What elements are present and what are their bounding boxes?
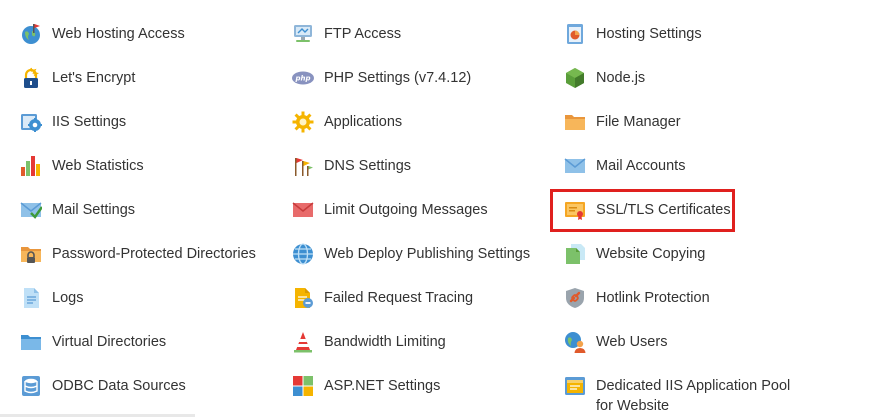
tool-bandwidth-limiting[interactable]: Bandwidth Limiting	[272, 321, 544, 365]
tools-panel: Web Hosting Access FTP Access Hosting Se…	[0, 0, 818, 417]
tool-label: Hotlink Protection	[596, 290, 710, 306]
gear-icon	[292, 111, 314, 133]
lock-icon	[24, 67, 40, 88]
tool-ftp-access[interactable]: FTP Access	[272, 13, 544, 57]
tool-label: SSL/TLS Certificates	[596, 202, 731, 218]
mail-check-icon	[20, 202, 42, 219]
tool-lets-encrypt[interactable]: Let's Encrypt	[0, 57, 272, 101]
app-pool-icon	[565, 377, 585, 395]
tool-label: Web Statistics	[52, 158, 144, 174]
aspnet-icon	[293, 376, 313, 396]
tool-label: Failed Request Tracing	[324, 290, 474, 306]
locked-folder-icon	[21, 247, 41, 263]
database-icon	[22, 376, 40, 396]
tool-label: Mail Settings	[52, 202, 136, 218]
tool-hosting-settings[interactable]: Hosting Settings	[544, 13, 818, 57]
tool-label: Web Hosting Access	[52, 26, 185, 42]
tool-odbc-data-sources[interactable]: ODBC Data Sources	[0, 365, 272, 409]
right-margin	[818, 0, 882, 417]
folder-icon	[565, 115, 585, 130]
tool-dedicated-iis-application-pool[interactable]: Dedicated IIS Application Pool for Websi…	[544, 365, 818, 414]
tool-label: ASP.NET Settings	[324, 378, 441, 394]
failed-request-icon	[295, 288, 313, 308]
tool-php-settings[interactable]: php PHP Settings (v7.4.12)	[272, 57, 544, 101]
ftp-monitor-icon	[294, 25, 312, 42]
tool-web-users[interactable]: Web Users	[544, 321, 818, 365]
tool-label: ODBC Data Sources	[52, 378, 186, 394]
tool-nodejs[interactable]: Node.js	[544, 57, 818, 101]
web-user-icon	[565, 332, 586, 353]
tool-ssl-tls-certificates[interactable]: SSL/TLS Certificates	[544, 189, 818, 233]
tool-limit-outgoing-messages[interactable]: Limit Outgoing Messages	[272, 189, 544, 233]
tool-label: Applications	[324, 114, 403, 130]
tool-label: Hosting Settings	[596, 26, 702, 42]
tool-web-deploy-publishing-settings[interactable]: Web Deploy Publishing Settings	[272, 233, 544, 277]
php-icon: php	[292, 71, 314, 85]
virtual-folder-icon	[21, 335, 41, 350]
tool-mail-accounts[interactable]: Mail Accounts	[544, 145, 818, 189]
nodejs-icon	[566, 68, 584, 88]
tool-label: Dedicated IIS Application Pool for Websi…	[596, 378, 791, 414]
tool-label: Web Users	[596, 334, 668, 350]
globe-flag-icon	[22, 24, 40, 44]
tool-web-statistics[interactable]: Web Statistics	[0, 145, 272, 189]
tool-logs[interactable]: Logs	[0, 277, 272, 321]
tool-label: Mail Accounts	[596, 158, 686, 174]
tool-label: Web Deploy Publishing Settings	[324, 246, 531, 262]
svg-text:php: php	[294, 75, 310, 83]
tool-failed-request-tracing[interactable]: Failed Request Tracing	[272, 277, 544, 321]
tool-password-protected-directories[interactable]: Password-Protected Directories	[0, 233, 272, 277]
tool-file-manager[interactable]: File Manager	[544, 101, 818, 145]
tool-label: FTP Access	[324, 26, 402, 42]
tool-label: Website Copying	[596, 246, 706, 262]
iis-settings-icon	[21, 114, 42, 132]
tool-dns-settings[interactable]: DNS Settings	[272, 145, 544, 189]
tool-mail-settings[interactable]: Mail Settings	[0, 189, 272, 233]
cone-icon	[294, 332, 312, 353]
tool-label: Node.js	[596, 70, 646, 86]
tool-label: Limit Outgoing Messages	[324, 202, 488, 218]
envelope-icon	[564, 158, 586, 173]
tool-iis-settings[interactable]: IIS Settings	[0, 101, 272, 145]
certificate-icon	[565, 202, 585, 220]
tool-label: PHP Settings (v7.4.12)	[324, 70, 472, 86]
tool-label: Password-Protected Directories	[52, 246, 256, 262]
tool-aspnet-settings[interactable]: ASP.NET Settings	[272, 365, 544, 409]
tool-website-copying[interactable]: Website Copying	[544, 233, 818, 277]
tool-web-hosting-access[interactable]: Web Hosting Access	[0, 13, 272, 57]
tool-hotlink-protection[interactable]: Hotlink Protection	[544, 277, 818, 321]
tool-label: Bandwidth Limiting	[324, 334, 446, 350]
envelope-red-icon	[292, 202, 314, 217]
tool-label: Let's Encrypt	[52, 70, 136, 86]
copy-pages-icon	[566, 244, 585, 264]
tool-label: DNS Settings	[324, 158, 412, 174]
tool-label: Logs	[52, 290, 84, 306]
hotlink-icon	[566, 288, 584, 308]
tool-label: IIS Settings	[52, 114, 127, 130]
globe-icon	[293, 243, 313, 265]
bar-chart-icon	[21, 156, 40, 176]
dns-flags-icon	[295, 158, 313, 176]
log-document-icon	[24, 288, 39, 308]
hosting-settings-icon	[567, 24, 583, 44]
tool-label: File Manager	[596, 114, 681, 130]
tool-virtual-directories[interactable]: Virtual Directories	[0, 321, 272, 365]
tool-label: Virtual Directories	[52, 334, 167, 350]
tools-grid: Web Hosting Access FTP Access Hosting Se…	[0, 13, 818, 414]
tool-applications[interactable]: Applications	[272, 101, 544, 145]
